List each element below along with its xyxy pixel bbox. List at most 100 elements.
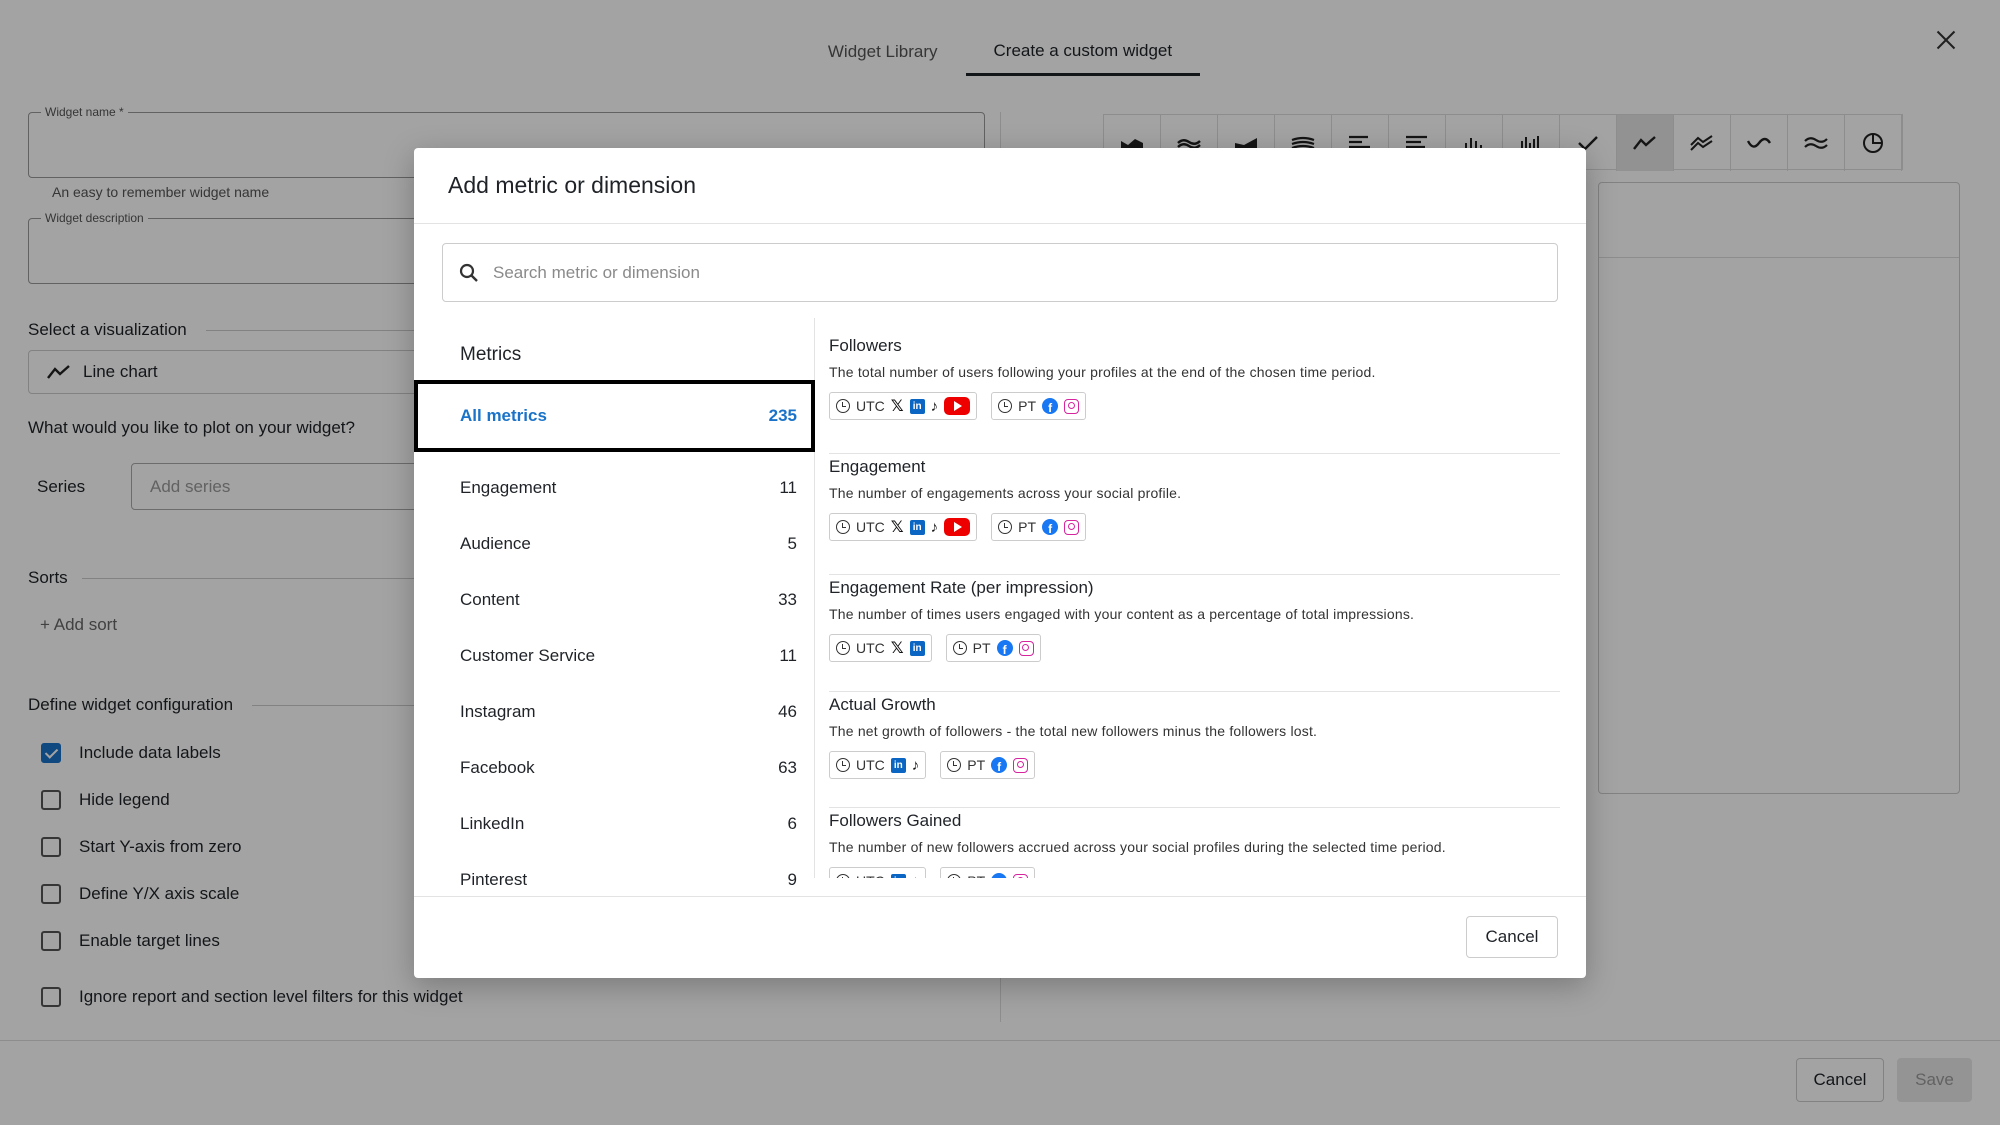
category-count: 63 (778, 758, 797, 777)
metric-description: The number of new followers accrued acro… (829, 839, 1446, 855)
category-label: All metrics (460, 406, 547, 425)
instagram-icon (1064, 519, 1080, 535)
metric-item-followers[interactable]: Followers The total number of users foll… (829, 336, 1560, 420)
linkedin-icon: in (909, 398, 925, 414)
category-count: 33 (778, 590, 797, 609)
metric-name: Engagement Rate (per impression) (829, 578, 1094, 597)
pt-platform-tag: PT f (940, 867, 1036, 878)
category-linkedin[interactable]: LinkedIn 6 (414, 796, 815, 852)
pt-platform-tag: PT f (940, 751, 1036, 779)
clock-icon (836, 874, 850, 878)
tiktok-icon: ♪ (911, 756, 920, 774)
category-audience[interactable]: Audience 5 (414, 516, 815, 572)
metric-name: Engagement (829, 457, 926, 476)
category-facebook[interactable]: Facebook 63 (414, 740, 815, 796)
metric-item-engagement[interactable]: Engagement The number of engagements acr… (829, 457, 1560, 541)
category-pinterest[interactable]: Pinterest 9 (414, 852, 815, 908)
metric-description: The number of engagements across your so… (829, 485, 1182, 501)
x-twitter-icon: 𝕏 (890, 398, 904, 415)
timezone-label: UTC (856, 757, 885, 773)
dialog-title: Add metric or dimension (448, 172, 696, 198)
category-instagram[interactable]: Instagram 46 (414, 684, 815, 740)
categories-heading: Metrics (460, 344, 522, 365)
x-twitter-icon: 𝕏 (890, 519, 904, 536)
facebook-icon: f (996, 640, 1013, 656)
category-label: Content (460, 590, 520, 609)
clock-icon (947, 874, 962, 878)
linkedin-icon: in (890, 873, 906, 878)
category-count: 9 (787, 870, 797, 889)
x-twitter-icon: 𝕏 (890, 640, 904, 657)
metric-item-engagement-rate[interactable]: Engagement Rate (per impression) The num… (829, 578, 1560, 662)
utc-platform-tag: UTC 𝕏 in ♪ (829, 513, 978, 541)
instagram-icon (1013, 757, 1029, 773)
timezone-label: UTC (856, 640, 885, 656)
youtube-icon (944, 518, 971, 536)
category-count: 5 (787, 534, 797, 553)
facebook-icon: f (991, 757, 1008, 773)
clock-icon (947, 758, 962, 772)
timezone-label: PT (1018, 519, 1037, 535)
category-label: LinkedIn (460, 814, 525, 833)
tiktok-icon: ♪ (930, 518, 939, 536)
category-label: Pinterest (460, 870, 528, 889)
tiktok-icon: ♪ (912, 873, 920, 879)
category-label: Instagram (460, 702, 536, 721)
add-metric-dialog: Add metric or dimension Metrics All metr… (414, 148, 1586, 978)
clock-icon (836, 758, 850, 772)
pt-platform-tag: PT f (991, 392, 1087, 420)
linkedin-icon: in (909, 519, 925, 535)
metric-search[interactable] (442, 243, 1558, 302)
search-icon (459, 263, 478, 282)
instagram-icon (1018, 640, 1034, 656)
timezone-label: PT (1018, 398, 1037, 414)
category-label: Engagement (460, 478, 557, 497)
category-list: Metrics All metrics 235 Engagement 11 Au… (414, 318, 815, 889)
timezone-label: UTC (856, 398, 885, 414)
category-label: Customer Service (460, 646, 596, 665)
timezone-label: UTC (856, 873, 885, 878)
category-count: 235 (768, 406, 797, 425)
timezone-label: PT (967, 757, 986, 773)
clock-icon (836, 399, 850, 413)
category-label: Facebook (460, 758, 535, 777)
utc-platform-tag: UTC in ♪ (829, 751, 927, 779)
metric-item-followers-gained[interactable]: Followers Gained The number of new follo… (829, 811, 1560, 878)
instagram-icon (1064, 398, 1080, 414)
clock-icon (952, 641, 967, 655)
linkedin-icon: in (909, 640, 925, 656)
metric-description: The total number of users following your… (829, 364, 1376, 380)
dialog-cancel-button[interactable]: Cancel (1466, 916, 1558, 958)
clock-icon (998, 399, 1013, 413)
category-count: 11 (779, 478, 797, 497)
facebook-icon: f (1042, 398, 1059, 414)
linkedin-icon: in (890, 757, 906, 773)
category-customer-service[interactable]: Customer Service 11 (414, 628, 815, 684)
search-input[interactable] (493, 262, 1493, 283)
metric-item-actual-growth[interactable]: Actual Growth The net growth of follower… (829, 695, 1560, 779)
category-engagement[interactable]: Engagement 11 (414, 460, 815, 516)
pt-platform-tag: PT f (945, 634, 1041, 662)
utc-platform-tag: UTC in ♪ (829, 867, 927, 879)
metric-name: Followers Gained (829, 811, 962, 830)
metric-description: The number of times users engaged with y… (829, 606, 1415, 622)
category-label: Audience (460, 534, 531, 553)
category-count: 6 (787, 814, 797, 833)
metric-name: Actual Growth (829, 695, 936, 714)
category-count: 11 (779, 646, 797, 665)
utc-platform-tag: UTC 𝕏 in ♪ (829, 392, 978, 420)
pt-platform-tag: PT f (991, 513, 1087, 541)
category-all-metrics[interactable]: All metrics 235 (414, 380, 815, 452)
metric-list: Followers The total number of users foll… (815, 318, 1560, 878)
category-content[interactable]: Content 33 (414, 572, 815, 628)
clock-icon (836, 520, 850, 534)
category-count: 46 (778, 702, 797, 721)
timezone-label: PT (967, 873, 985, 878)
timezone-label: UTC (856, 519, 885, 535)
timezone-label: PT (972, 640, 991, 656)
metric-description: The net growth of followers - the total … (829, 723, 1318, 739)
facebook-icon: f (1042, 519, 1059, 535)
youtube-icon (944, 397, 971, 415)
clock-icon (998, 520, 1013, 534)
clock-icon (836, 641, 850, 655)
